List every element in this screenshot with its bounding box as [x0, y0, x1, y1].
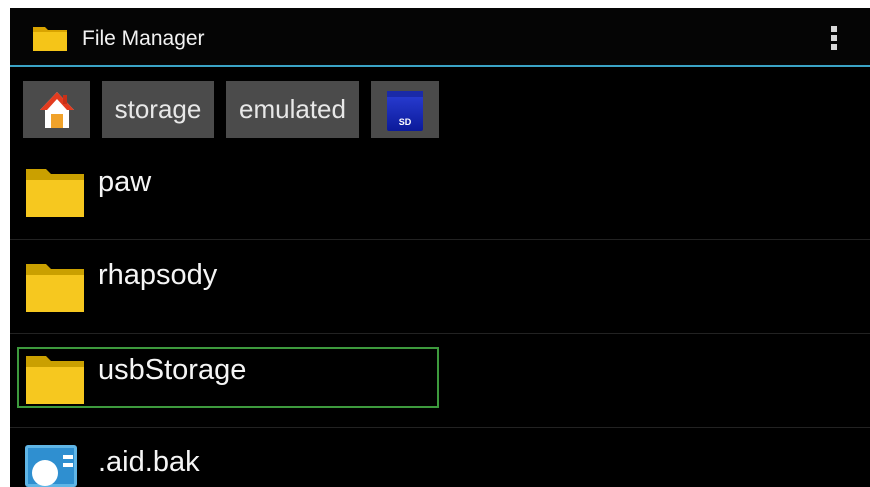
breadcrumb-home-button[interactable] [23, 81, 90, 138]
folder-icon [26, 264, 84, 312]
home-icon [40, 92, 74, 128]
breadcrumb-emulated[interactable]: emulated [226, 81, 359, 138]
folder-icon [26, 169, 84, 217]
file-manager-screen: File Manager storage emulated SD paw rha… [10, 8, 870, 487]
app-title: File Manager [82, 27, 205, 50]
breadcrumb-storage[interactable]: storage [102, 81, 214, 138]
selection-highlight [17, 347, 439, 408]
breadcrumb-sd-button[interactable]: SD [371, 81, 439, 138]
list-item-aid-bak[interactable]: .aid.bak [10, 428, 870, 487]
list-item-paw[interactable]: paw [10, 149, 870, 241]
item-label: rhapsody [98, 259, 218, 291]
item-label: paw [98, 166, 152, 198]
action-bar: File Manager [10, 8, 870, 65]
list-item-rhapsody[interactable]: rhapsody [10, 240, 870, 332]
sd-card-icon: SD [387, 91, 423, 131]
item-label: .aid.bak [98, 446, 200, 478]
folder-icon [33, 27, 67, 51]
action-bar-divider [10, 65, 870, 67]
overflow-menu-icon[interactable] [822, 18, 846, 58]
file-icon [25, 445, 77, 487]
